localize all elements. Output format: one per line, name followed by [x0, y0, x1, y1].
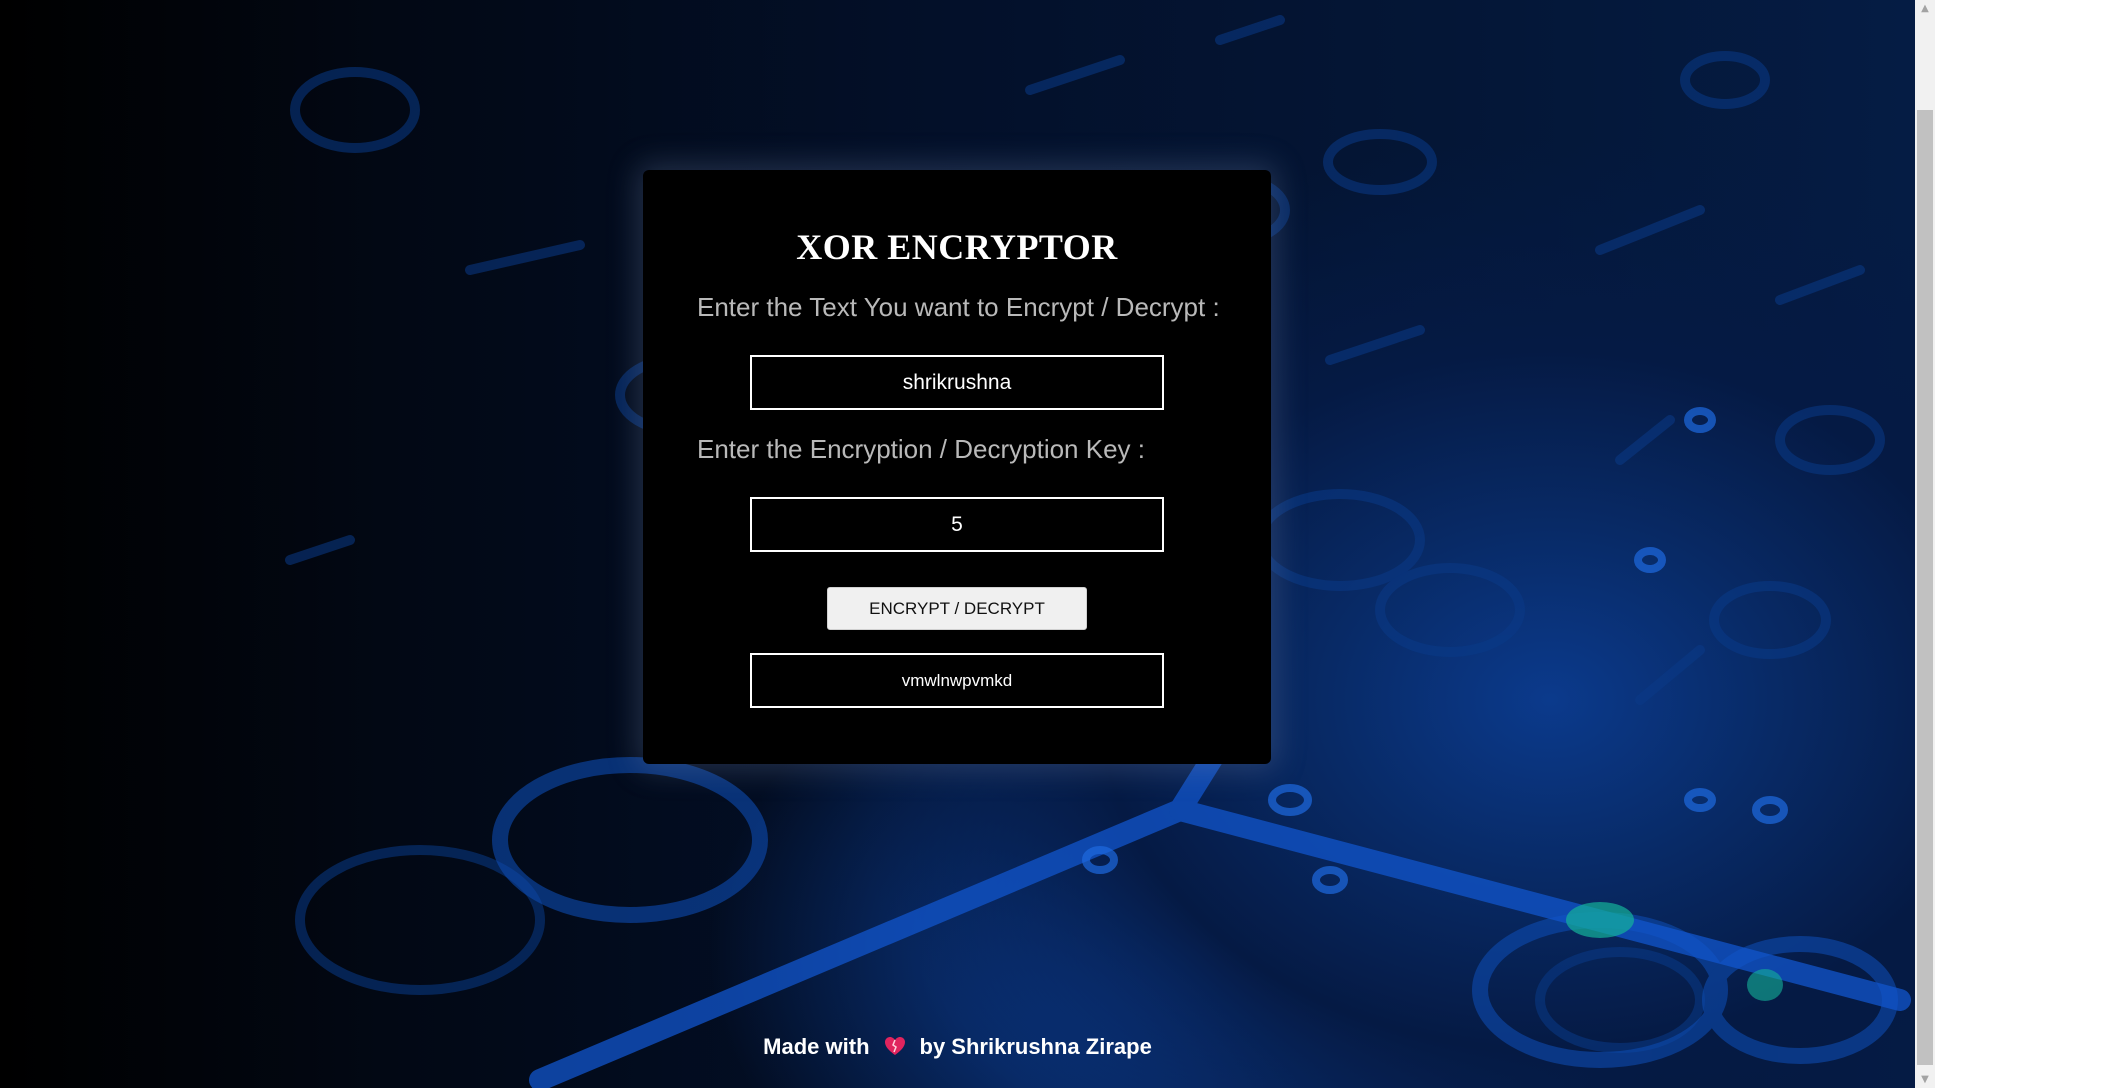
footer-made-with: Made with: [763, 1034, 870, 1059]
scrollbar-thumb[interactable]: [1917, 110, 1933, 1065]
page-background: XOR ENCRYPTOR Enter the Text You want to…: [0, 0, 1915, 1088]
output-result: vmwlnwpvmkd: [750, 653, 1164, 708]
vertical-scrollbar[interactable]: ▲ ▼: [1915, 0, 1935, 1088]
key-input[interactable]: [750, 497, 1164, 552]
text-input[interactable]: [750, 355, 1164, 410]
text-input-label: Enter the Text You want to Encrypt / Dec…: [697, 292, 1220, 322]
footer-author: by Shrikrushna Zirape: [919, 1034, 1152, 1059]
encryptor-card: XOR ENCRYPTOR Enter the Text You want to…: [643, 170, 1271, 764]
key-input-label: Enter the Encryption / Decryption Key :: [697, 434, 1145, 464]
footer-credit: Made with by Shrikrushna Zirape: [0, 1034, 1915, 1060]
scroll-down-icon[interactable]: ▼: [1915, 1071, 1935, 1088]
encrypt-decrypt-button[interactable]: ENCRYPT / DECRYPT: [827, 587, 1087, 630]
heart-icon: [884, 1036, 906, 1056]
scroll-up-icon[interactable]: ▲: [1915, 0, 1935, 17]
page-title: XOR ENCRYPTOR: [796, 227, 1118, 267]
